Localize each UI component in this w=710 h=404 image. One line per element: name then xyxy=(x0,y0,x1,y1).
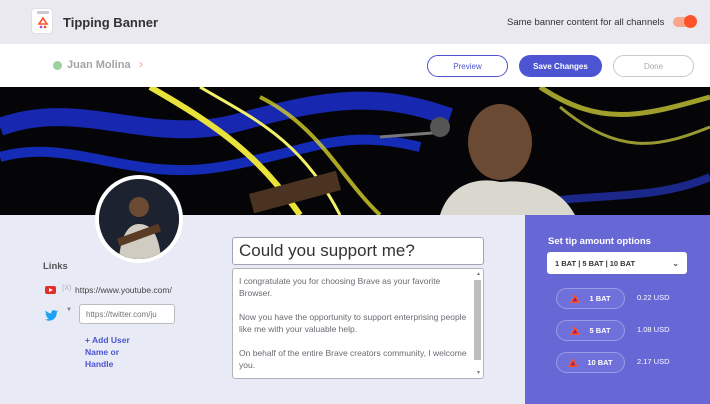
chevron-down-icon[interactable]: ▼ xyxy=(66,307,72,313)
same-content-label: Same banner content for all channels xyxy=(507,17,665,28)
message-paragraph: Now you have the opportunity to support … xyxy=(239,312,467,334)
message-text: I congratulate you for choosing Brave as… xyxy=(239,275,469,378)
twitter-url-input[interactable] xyxy=(79,304,175,324)
brave-rewards-jar-icon xyxy=(31,8,53,34)
youtube-icon xyxy=(45,286,56,294)
message-paragraph: I congratulate you for choosing Brave as… xyxy=(239,276,441,298)
banner-message-textarea[interactable]: I congratulate you for choosing Brave as… xyxy=(232,268,484,379)
links-title: Links xyxy=(43,261,68,272)
toggle-knob xyxy=(684,15,697,28)
chevron-right-icon[interactable]: › xyxy=(139,57,143,71)
preview-button[interactable]: Preview xyxy=(427,55,508,77)
tip-option-label: 1 BAT xyxy=(589,294,611,303)
avatar[interactable] xyxy=(95,175,183,263)
avatar-photo xyxy=(99,179,179,259)
youtube-url: https://www.youtube.com/ xyxy=(75,285,172,295)
remove-link-button[interactable]: (X) xyxy=(62,285,71,292)
same-content-toggle[interactable] xyxy=(673,15,697,28)
save-changes-button[interactable]: Save Changes xyxy=(519,55,602,77)
tip-select-value: 1 BAT | 5 BAT | 10 BAT xyxy=(555,258,636,268)
done-button[interactable]: Done xyxy=(613,55,694,77)
scrollbar-thumb[interactable] xyxy=(474,280,481,360)
tip-usd-value: 2.17 USD xyxy=(637,357,670,366)
bat-token-icon xyxy=(570,326,581,335)
tip-option-5[interactable]: 5 BAT xyxy=(556,320,625,341)
tip-options-title: Set tip amount options xyxy=(548,236,651,247)
tip-amount-select[interactable]: 1 BAT | 5 BAT | 10 BAT ⌄ xyxy=(547,252,687,274)
app-title: Tipping Banner xyxy=(63,15,159,30)
creator-name: Juan Molina xyxy=(67,59,131,71)
scroll-up-arrow[interactable]: ▲ xyxy=(476,271,481,277)
bat-token-icon xyxy=(570,294,581,303)
scroll-down-arrow[interactable]: ▼ xyxy=(476,370,481,376)
banner-title-input[interactable]: Could you support me? xyxy=(232,237,484,265)
add-user-handle-link[interactable]: + Add User Name or Handle xyxy=(85,334,140,370)
tip-option-label: 10 BAT xyxy=(587,358,613,367)
bat-token-icon xyxy=(568,358,579,367)
chevron-down-icon: ⌄ xyxy=(672,258,679,268)
tip-usd-value: 1.08 USD xyxy=(637,325,670,334)
tip-option-10[interactable]: 10 BAT xyxy=(556,352,625,373)
message-paragraph: On behalf of the entire Brave creators c… xyxy=(239,348,467,370)
tip-option-1[interactable]: 1 BAT xyxy=(556,288,625,309)
tip-option-label: 5 BAT xyxy=(589,326,611,335)
verified-check-icon xyxy=(53,61,62,70)
twitter-icon xyxy=(45,308,58,321)
tip-usd-value: 0.22 USD xyxy=(637,293,670,302)
